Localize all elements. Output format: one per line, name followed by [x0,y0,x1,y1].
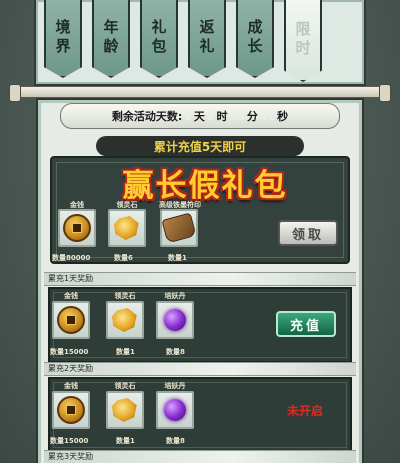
section-header: 累充2天奖励 [44,362,356,376]
tab-label: 年龄 [101,19,120,57]
promo-banner: 累计充值5天即可 [96,136,304,156]
reward-slot[interactable] [52,301,90,339]
item-name: 金钱 [64,292,78,300]
coin-icon [57,396,85,424]
section-header: 累充1天奖励 [44,272,356,286]
countdown-bar: 剩余活动天数: 6 天 3 时 53 分 41 秒 [60,103,340,129]
item-name: 领灵石 [114,382,136,390]
countdown-minutes-unit: 分 [246,110,258,123]
item-qty: 数量8 [166,348,185,356]
countdown-prefix: 剩余活动天数: [111,110,183,123]
reward-slot[interactable] [108,209,146,247]
reward-slot[interactable] [106,391,144,429]
tab-age[interactable]: 年龄 [92,0,130,78]
claim-button[interactable]: 领取 [278,220,338,246]
tab-realm[interactable]: 境界 [44,0,82,78]
recharge-button[interactable]: 充值 [276,311,336,337]
spirit-stone-icon [112,308,137,332]
tab-bar: 境界 年龄 礼包 返礼 成长 限时 [34,0,366,86]
countdown-hours: 3 [206,109,215,123]
reward-slot[interactable] [106,301,144,339]
spirit-stone-icon [114,216,139,240]
reward-slot[interactable] [160,209,198,247]
tab-growth[interactable]: 成长 [236,0,274,78]
item-name: 领灵石 [114,292,136,300]
item-qty: 数量6 [114,254,133,262]
coin-icon [63,214,91,242]
reward-slot[interactable] [156,391,194,429]
item-qty: 数量1 [168,254,187,262]
promo-title: 赢长假礼包 [122,168,288,204]
item-qty: 数量80000 [52,254,91,262]
countdown-days: 6 [184,109,192,123]
countdown-minutes: 53 [229,109,245,123]
tab-rebate[interactable]: 返礼 [188,0,226,78]
game-screen: 境界 年龄 礼包 返礼 成长 限时 剩余活动天数: 6 天 3 时 53 分 4… [0,0,400,463]
purple-pill-icon [164,309,186,331]
tab-label: 境界 [53,19,72,57]
item-qty: 数量15000 [50,348,89,356]
tab-label: 限时 [293,21,312,59]
item-name: 培妖丹 [164,292,186,300]
item-name: 金钱 [64,382,78,390]
coin-icon [57,306,85,334]
item-qty: 数量8 [166,437,185,445]
seal-pouch-icon [161,212,197,244]
tab-gift-pack[interactable]: 礼包 [140,0,178,78]
countdown-seconds-unit: 秒 [277,110,289,123]
countdown-hours-unit: 时 [216,110,228,123]
reward-slot[interactable] [156,301,194,339]
countdown-days-unit: 天 [193,110,205,123]
reward-slot[interactable] [58,209,96,247]
tab-label: 礼包 [149,19,168,57]
tab-limited-time[interactable]: 限时 [284,0,322,82]
tab-label: 成长 [245,19,264,57]
scroll-rod-divider [9,84,391,102]
tab-label: 返礼 [197,19,216,57]
item-qty: 数量15000 [50,437,89,445]
countdown-seconds: 41 [259,109,276,123]
spirit-stone-icon [112,398,137,422]
purple-pill-icon [164,399,186,421]
section-header: 累充3天奖励 [44,450,356,463]
reward-slot[interactable] [52,391,90,429]
not-open-status: 未开启 [286,404,323,418]
item-name: 培妖丹 [164,382,186,390]
